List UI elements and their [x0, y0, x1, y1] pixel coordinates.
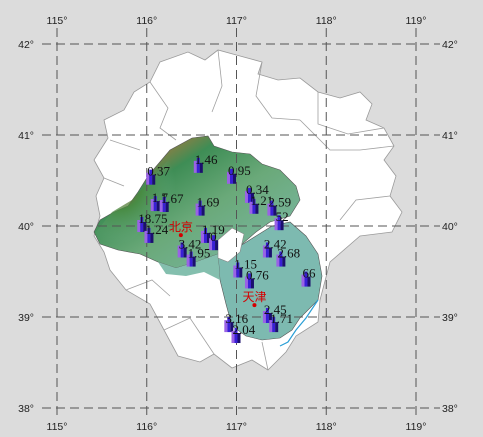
lon-tick-bottom: 116°	[136, 421, 157, 433]
station-value-label: 1.95	[188, 246, 211, 261]
lon-tick-top: 115°	[47, 15, 68, 27]
lon-tick-top: 119°	[406, 15, 427, 27]
lat-tick-right: 42°	[442, 39, 458, 51]
lat-tick-left: 40°	[18, 221, 34, 233]
lon-tick-bottom: 117°	[226, 421, 247, 433]
lat-tick-left: 38°	[18, 403, 34, 415]
station-value-label: 0.76	[246, 267, 269, 282]
station-value-label: 0	[210, 229, 217, 244]
lat-tick-right: 41°	[442, 130, 458, 142]
lon-tick-top: 118°	[316, 15, 337, 27]
station-value-label: 0.95	[228, 163, 251, 178]
lat-tick-left: 41°	[18, 130, 34, 142]
lat-tick-right: 40°	[442, 221, 458, 233]
lon-tick-top: 117°	[226, 15, 247, 27]
station-value-label: 1.69	[197, 195, 220, 210]
station-value-label: 66	[303, 266, 317, 281]
lat-tick-left: 39°	[18, 312, 34, 324]
station-value-label: 1.71	[270, 311, 293, 326]
lat-tick-right: 39°	[442, 312, 458, 324]
precipitation-map: 115° 115° 116° 116° 117° 117° 118° 118° 119° 119°…	[18, 15, 458, 433]
station-value-label: 1.24	[145, 222, 168, 237]
station-value-label: 1.67	[161, 191, 184, 206]
lon-tick-bottom: 118°	[316, 421, 337, 433]
station-value-label: 1.46	[195, 152, 218, 167]
station-value-label: 52	[276, 209, 289, 224]
lon-tick-bottom: 115°	[47, 421, 68, 433]
lat-tick-right: 38°	[442, 403, 458, 415]
lon-tick-top: 116°	[136, 15, 157, 27]
city-label: 北京	[169, 220, 193, 234]
lat-tick-left: 42°	[18, 39, 34, 51]
station-value-label: 0.37	[147, 164, 170, 179]
station-value-label: 2.04	[233, 322, 256, 337]
city-label: 天津	[242, 290, 266, 304]
station-value-label: 2.68	[277, 246, 300, 261]
station-value-label: 2.59	[268, 195, 291, 210]
lon-tick-bottom: 119°	[406, 421, 427, 433]
